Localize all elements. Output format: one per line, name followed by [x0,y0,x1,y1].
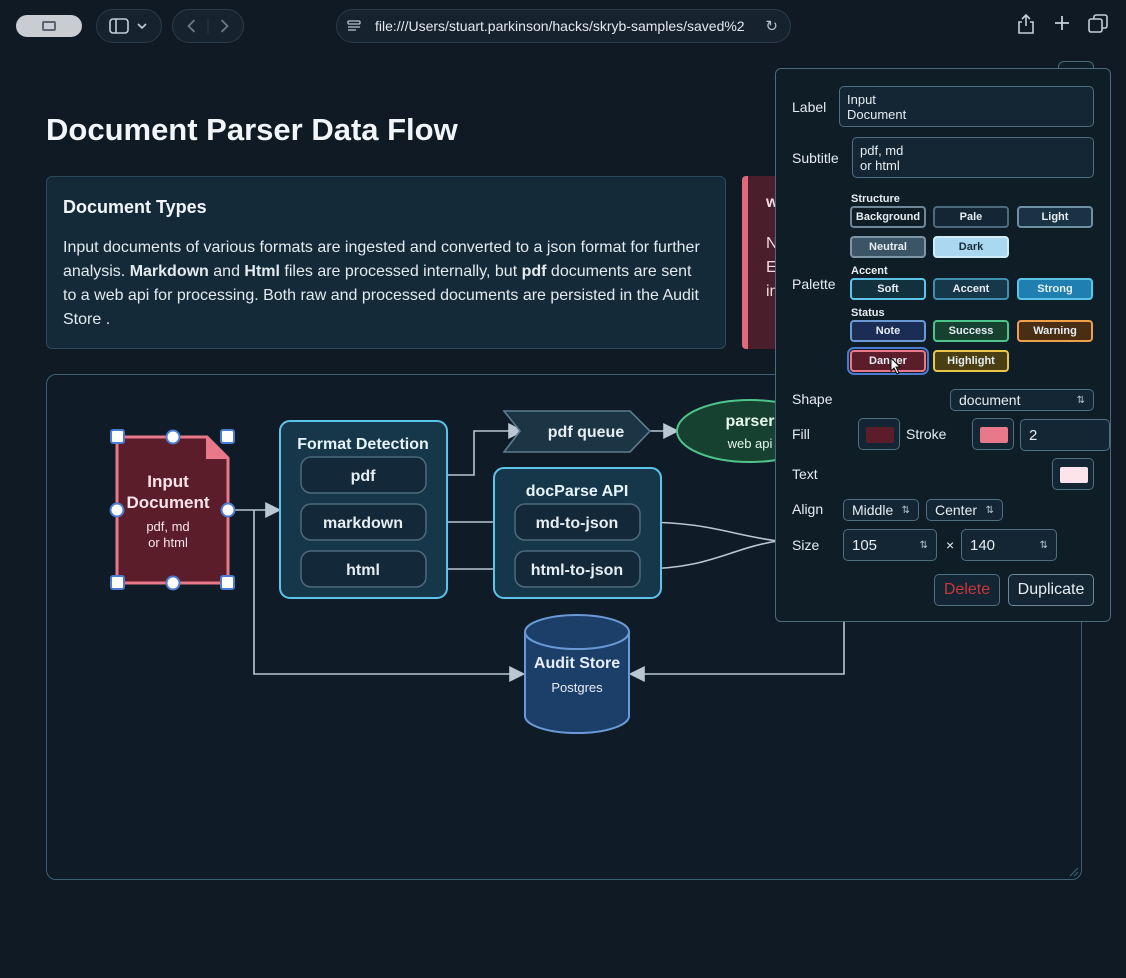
vertical-align-select[interactable]: Middle ⇅ [843,499,919,521]
browser-toolbar: file:///Users/stuart.parkinson/hacks/skr… [0,0,1126,52]
page-settings-icon[interactable] [347,19,361,33]
properties-panel: Label Input Document Subtitle pdf, md or… [775,68,1111,622]
document-types-note[interactable]: Document Types Input documents of variou… [46,176,726,349]
swatch-soft[interactable]: Soft [850,278,926,300]
sidebar-toggle-button[interactable] [96,9,162,43]
docparse-title: docParse API [526,483,629,500]
swatch-background[interactable]: Background [850,206,926,228]
input-doc-sub-1: pdf, md [146,519,189,534]
width-input[interactable]: 105 ⇅ [843,529,937,561]
stroke-label: Stroke [906,426,947,442]
note-body: Input documents of various formats are i… [63,239,700,328]
delete-button[interactable]: Delete [934,574,1000,606]
palette-label: Palette [792,276,836,292]
pdf-queue-label: pdf queue [548,424,625,441]
swatch-accent[interactable]: Accent [933,278,1009,300]
text-swatch [1060,467,1088,483]
resize-handle-ne[interactable] [220,429,235,444]
horizontal-align-select[interactable]: Center ⇅ [926,499,1003,521]
url-bar[interactable]: file:///Users/stuart.parkinson/hacks/skr… [336,9,791,43]
svg-text:markdown: markdown [323,515,403,532]
swatch-light[interactable]: Light [1017,206,1093,228]
swatch-danger[interactable]: Danger [847,347,929,375]
size-separator: × [946,537,955,553]
reload-icon[interactable]: ↻ [765,17,778,35]
input-doc-label-2: Document [126,493,209,512]
group-docparse-api[interactable]: docParse API md-to-json html-to-json [493,467,662,599]
fill-label: Fill [792,426,810,442]
shape-label: Shape [792,391,833,407]
node-audit-store[interactable]: Audit Store Postgres [524,614,630,734]
audit-store-sub: Postgres [551,680,603,695]
detect-item-markdown[interactable]: markdown [300,503,427,541]
structure-group-title: Structure [851,193,900,205]
group-format-detection[interactable]: Format Detection pdf markdown html [279,420,448,599]
detect-item-html[interactable]: html [300,550,427,588]
detect-item-pdf[interactable]: pdf [300,456,427,494]
node-input-document[interactable]: Input Document pdf, md or html [115,435,230,585]
label-field-label: Label [792,99,827,115]
label-textarea[interactable]: Input Document [839,86,1094,127]
card-icon [42,21,56,31]
resize-handle-s[interactable] [165,575,181,591]
swatch-pale[interactable]: Pale [933,206,1009,228]
stroke-swatch [980,427,1008,443]
back-icon[interactable] [187,19,196,33]
tab-overview-icon[interactable] [1086,14,1110,38]
history-nav-group [172,9,244,43]
shape-select[interactable]: document ⇅ [950,389,1094,411]
swatch-highlight[interactable]: Highlight [933,350,1009,372]
input-doc-label-1: Input [147,472,189,491]
parser-sub: web api [727,436,773,451]
height-input[interactable]: 140 ⇅ [961,529,1057,561]
text-color-picker[interactable] [1052,458,1094,490]
share-icon[interactable] [1014,13,1038,38]
forward-icon[interactable] [220,19,229,33]
duplicate-button[interactable]: Duplicate [1008,574,1094,606]
parser-label: parser [726,413,775,430]
fill-swatch [866,427,894,443]
new-tab-icon[interactable] [1050,14,1074,38]
status-group-title: Status [851,307,885,319]
sidebar-icon [109,18,147,34]
stroke-color-picker[interactable] [972,418,1014,450]
resize-handle-nw[interactable] [110,429,125,444]
fill-color-picker[interactable] [858,418,900,450]
format-detection-title: Format Detection [297,436,429,453]
note-heading: Document Types [63,197,207,217]
audit-store-label: Audit Store [534,655,620,672]
text-color-label: Text [792,466,818,482]
page-title: Document Parser Data Flow [46,112,458,147]
url-text: file:///Users/stuart.parkinson/hacks/skr… [375,18,745,34]
swatch-note[interactable]: Note [850,320,926,342]
resize-handle-e[interactable] [220,502,236,518]
swatch-strong[interactable]: Strong [1017,278,1093,300]
stroke-width-input[interactable]: 2 [1020,419,1110,451]
svg-text:html-to-json: html-to-json [531,562,623,579]
docparse-item-md[interactable]: md-to-json [514,503,641,541]
svg-text:pdf: pdf [351,468,377,485]
svg-text:html: html [346,562,380,579]
size-label: Size [792,537,820,553]
swatch-dark[interactable]: Dark [933,236,1009,258]
accent-group-title: Accent [851,265,888,277]
resize-handle-sw[interactable] [110,575,125,590]
mouse-cursor-icon [890,357,902,375]
swatch-success[interactable]: Success [933,320,1009,342]
swatch-warning[interactable]: Warning [1017,320,1093,342]
swatch-neutral[interactable]: Neutral [850,236,926,258]
browser-profile-toggle[interactable] [16,15,82,37]
node-pdf-queue[interactable]: pdf queue [502,410,652,453]
resize-handle-n[interactable] [165,429,181,445]
subtitle-field-label: Subtitle [792,150,839,166]
svg-text:md-to-json: md-to-json [536,515,619,532]
subtitle-textarea[interactable]: pdf, md or html [852,137,1094,178]
resize-handle-se[interactable] [220,575,235,590]
chevron-updown-icon: ⇅ [1076,394,1085,406]
docparse-item-html[interactable]: html-to-json [514,550,641,588]
input-doc-sub-2: or html [148,535,188,550]
align-label: Align [792,501,824,517]
resize-handle-w[interactable] [109,502,125,518]
